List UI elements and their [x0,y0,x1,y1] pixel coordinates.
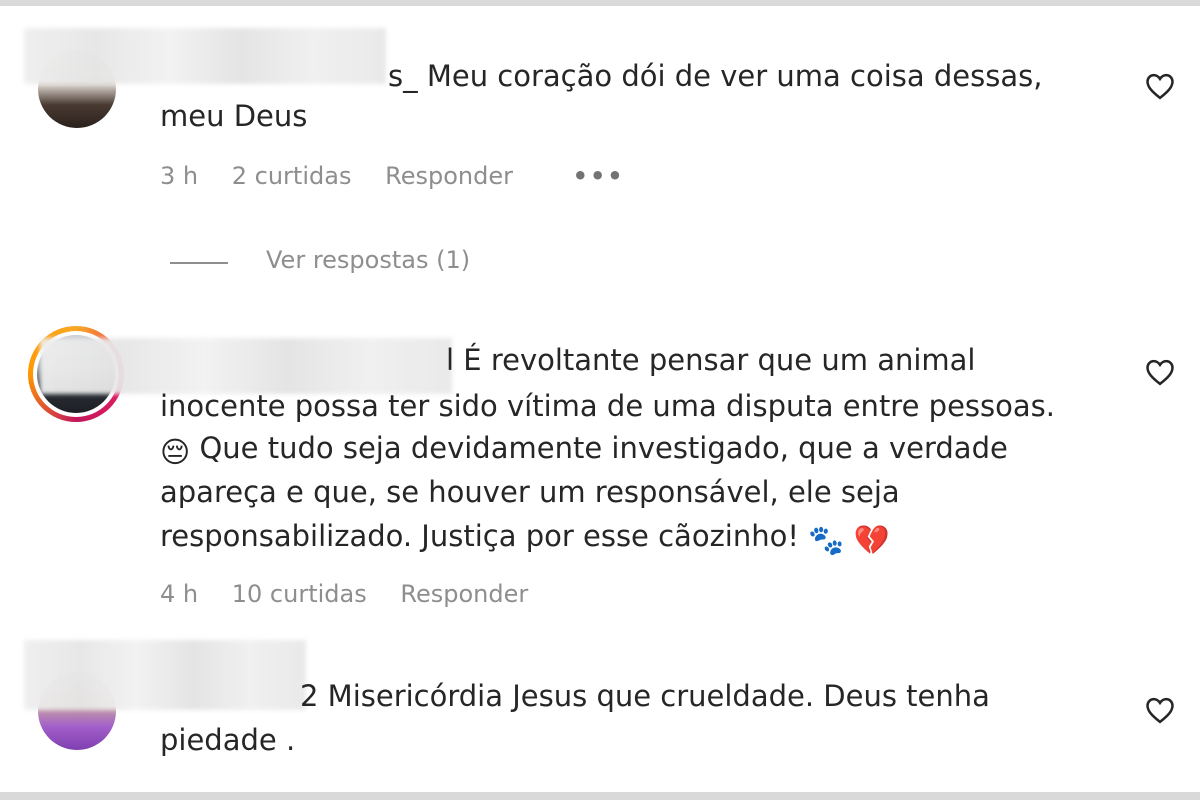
replies-divider [170,262,228,264]
broken-heart-emoji: 💔 [853,523,890,557]
comment-text-continued: inocente possa ter sido vítima de uma di… [160,389,1055,423]
timestamp: 4 h [160,580,199,608]
sad-face-emoji: 😔 [160,435,191,469]
reply-button[interactable]: Responder [400,580,528,608]
comment-meta: 3 h 2 curtidas Responder ••• [160,162,651,190]
heart-icon[interactable] [1145,358,1175,386]
likes-count[interactable]: 10 curtidas [232,580,367,608]
comment-text: s_ Meu coração dói de ver uma coisa dess… [388,59,1043,93]
comment-text: 2 Misericórdia Jesus que crueldade. Deus… [300,679,990,713]
username-blurred[interactable] [24,640,306,710]
reply-button[interactable]: Responder [385,162,513,190]
comment-text: l É revoltante pensar que um animal [446,343,976,377]
comment-text-continued: piedade . [160,723,296,757]
bottom-border [0,792,1200,800]
heart-icon[interactable] [1145,72,1175,100]
view-replies-button[interactable]: Ver respostas (1) [266,246,470,274]
likes-count[interactable]: 2 curtidas [232,162,352,190]
paw-prints-emoji: 🐾 [808,523,845,557]
username-blurred[interactable] [24,28,386,84]
more-options-icon[interactable]: ••• [573,162,625,190]
top-border [0,0,1200,6]
heart-icon[interactable] [1145,696,1175,724]
comment-text-continued: meu Deus [160,99,308,133]
timestamp: 3 h [160,162,199,190]
comment-text-continued: responsabilizado. Justiça por esse cãozi… [160,516,890,560]
comment-text-continued: apareça e que, se houver um responsável,… [160,475,900,509]
comment-text-continued: 😔 Que tudo seja devidamente investigado,… [160,428,1008,472]
comment-meta: 4 h 10 curtidas Responder [160,580,554,608]
